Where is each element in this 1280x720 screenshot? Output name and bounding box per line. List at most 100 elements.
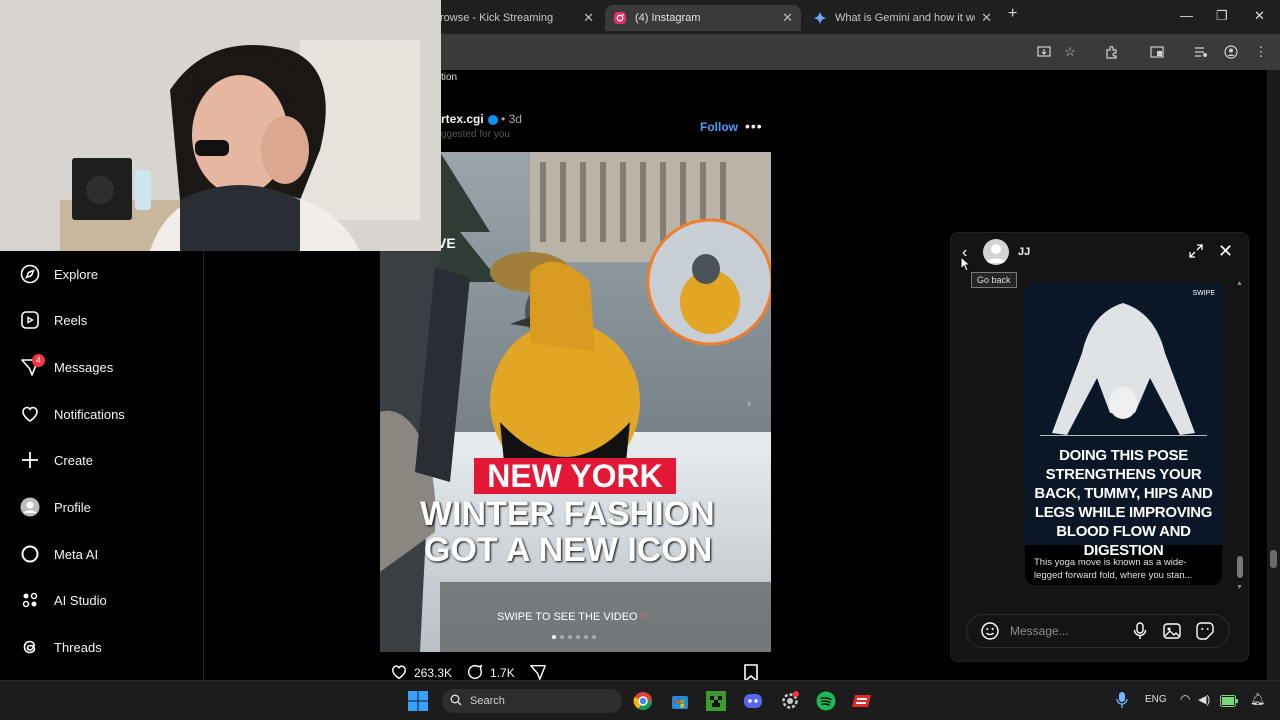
chat-scrollbar-thumb[interactable] [1237, 556, 1243, 578]
meta-ai-icon [20, 544, 40, 564]
sidebar-item-label: Explore [54, 266, 99, 282]
mouse-cursor-icon [960, 255, 972, 277]
comment-count: 1.7K [490, 666, 515, 680]
post-username[interactable]: rtex.cgi [441, 112, 484, 126]
tab-kick[interactable]: rowse - Kick Streaming ✕ [430, 5, 602, 31]
sidebar-item-notifications[interactable]: Notifications [20, 400, 125, 428]
sidebar-item-profile[interactable]: Profile [20, 493, 91, 521]
profile-icon[interactable] [1223, 44, 1239, 60]
browser-menu-icon[interactable]: ⋮ [1253, 44, 1269, 60]
gemini-icon [813, 11, 827, 25]
wifi-icon[interactable]: ◠ [1180, 692, 1190, 706]
bookmark-star-icon[interactable]: ☆ [1062, 44, 1078, 60]
sidebar-item-create[interactable]: Create [20, 446, 93, 474]
post-more-options-icon[interactable]: ••• [745, 118, 763, 134]
notification-bell-icon[interactable]: 🔔︎ [1250, 692, 1265, 706]
spotify-icon[interactable] [816, 691, 836, 716]
messages-badge: 4 [32, 354, 45, 367]
carousel-dots [552, 635, 596, 639]
close-window-icon[interactable]: ✕ [1254, 8, 1265, 24]
microphone-icon[interactable] [1133, 622, 1147, 645]
minimize-icon[interactable]: — [1180, 8, 1193, 23]
volume-icon[interactable]: ◀) [1198, 693, 1210, 706]
verified-badge-icon [487, 114, 498, 125]
messages-icon: 4 [20, 354, 45, 377]
tab-title: What is Gemini and how it works [835, 12, 975, 24]
page-scrollbar[interactable] [1267, 70, 1280, 680]
taskbar-search[interactable]: Search [442, 689, 622, 713]
install-app-icon[interactable] [1036, 44, 1052, 60]
chat-contact-name[interactable]: JJ [1018, 246, 1030, 258]
compass-icon [20, 264, 40, 284]
windows-start-icon[interactable] [408, 691, 428, 716]
sidebar-item-label: Meta AI [54, 546, 99, 562]
next-slide-icon[interactable]: › [747, 396, 751, 410]
like-count: 263.3K [414, 666, 453, 680]
sidebar-item-threads[interactable]: Threads [20, 633, 102, 661]
plus-icon [20, 450, 40, 470]
post-overlay-title: NEW YORK [474, 458, 676, 494]
expand-icon[interactable] [1189, 244, 1203, 261]
shared-post-text: DOING THIS POSE STRENGTHENS YOUR BACK, T… [1034, 447, 1213, 559]
tab-title: rowse - Kick Streaming [440, 12, 554, 24]
post-overlay-line2: GOT A NEW ICON [424, 531, 713, 569]
close-tab-icon[interactable]: ✕ [782, 10, 793, 26]
swipe-hint-text: SWIPE TO SEE THE VIDEO [497, 611, 638, 623]
store-icon[interactable] [670, 691, 690, 716]
shared-post-card[interactable]: SWIPE DOING THIS POSE STRENGTHENS YOUR B… [1025, 283, 1222, 585]
sidebar-item-label: Notifications [54, 406, 125, 422]
language-indicator[interactable]: ENG [1145, 694, 1167, 705]
app-red-icon[interactable] [852, 691, 874, 716]
battery-icon[interactable] [1220, 694, 1238, 712]
close-icon[interactable]: ✕ [1218, 241, 1233, 262]
sidebar-item-label: Profile [54, 499, 91, 515]
media-control-icon[interactable] [1193, 44, 1209, 60]
extensions-icon[interactable] [1104, 44, 1120, 60]
emoji-icon[interactable] [981, 622, 999, 645]
sidebar-item-explore[interactable]: Explore [20, 260, 98, 288]
sidebar-item-meta-ai[interactable]: Meta AI [20, 540, 98, 568]
sidebar-item-label: Messages [54, 359, 114, 375]
post-time: 3d [508, 112, 522, 126]
chrome-icon[interactable] [633, 691, 653, 716]
sidebar-item-label: Threads [54, 639, 102, 655]
reels-icon [20, 310, 40, 330]
sidebar-item-reels[interactable]: Reels [20, 306, 87, 334]
sidebar-item-ai-studio[interactable]: AI Studio [20, 586, 107, 614]
chat-avatar[interactable] [983, 239, 1009, 265]
restore-icon[interactable]: ❐ [1216, 8, 1228, 24]
post-author[interactable]: rtex.cgi • 3d [441, 112, 522, 126]
webcam-feed [0, 0, 441, 251]
post-suggested-label: ggested for you [441, 129, 510, 140]
instagram-icon [613, 11, 627, 25]
search-icon [450, 694, 462, 709]
go-back-tooltip: Go back [971, 272, 1017, 288]
scrollbar-thumb[interactable] [1270, 550, 1277, 568]
sidebar-item-label: Reels [54, 312, 88, 328]
close-tab-icon[interactable]: ✕ [583, 10, 594, 26]
heart-icon [20, 404, 40, 424]
tab-instagram[interactable]: (4) Instagram ✕ [605, 5, 801, 31]
minecraft-icon[interactable] [706, 691, 726, 716]
windows-taskbar: Search ENG ◠ ◀) 🔔︎ [0, 680, 1280, 720]
discord-icon[interactable] [743, 691, 763, 716]
sticker-icon[interactable] [1196, 622, 1214, 645]
new-tab-button[interactable]: + [1008, 5, 1017, 23]
tab-gemini[interactable]: What is Gemini and how it works ✕ [805, 5, 1000, 31]
page-partial-text: tion [441, 72, 458, 83]
sidebar-item-messages[interactable]: 4 Messages [20, 353, 113, 381]
message-placeholder: Message... [1010, 624, 1069, 638]
chat-scrollbar[interactable]: ▲ ▼ [1236, 280, 1244, 595]
follow-button[interactable]: Follow [700, 120, 738, 134]
swipe-hint: SWIPE TO SEE THE VIDEO > [497, 611, 647, 623]
close-tab-icon[interactable]: ✕ [981, 10, 992, 26]
image-icon[interactable] [1163, 622, 1181, 645]
threads-icon [20, 637, 40, 657]
message-input[interactable]: Message... [966, 614, 1230, 648]
shared-post-image: SWIPE DOING THIS POSE STRENGTHENS YOUR B… [1025, 283, 1222, 559]
microphone-tray-icon[interactable] [1116, 691, 1128, 714]
settings-icon[interactable] [780, 691, 800, 716]
sidebar-item-label: Create [54, 452, 94, 468]
split-view-icon[interactable] [1149, 44, 1165, 60]
tab-title: (4) Instagram [635, 12, 701, 24]
